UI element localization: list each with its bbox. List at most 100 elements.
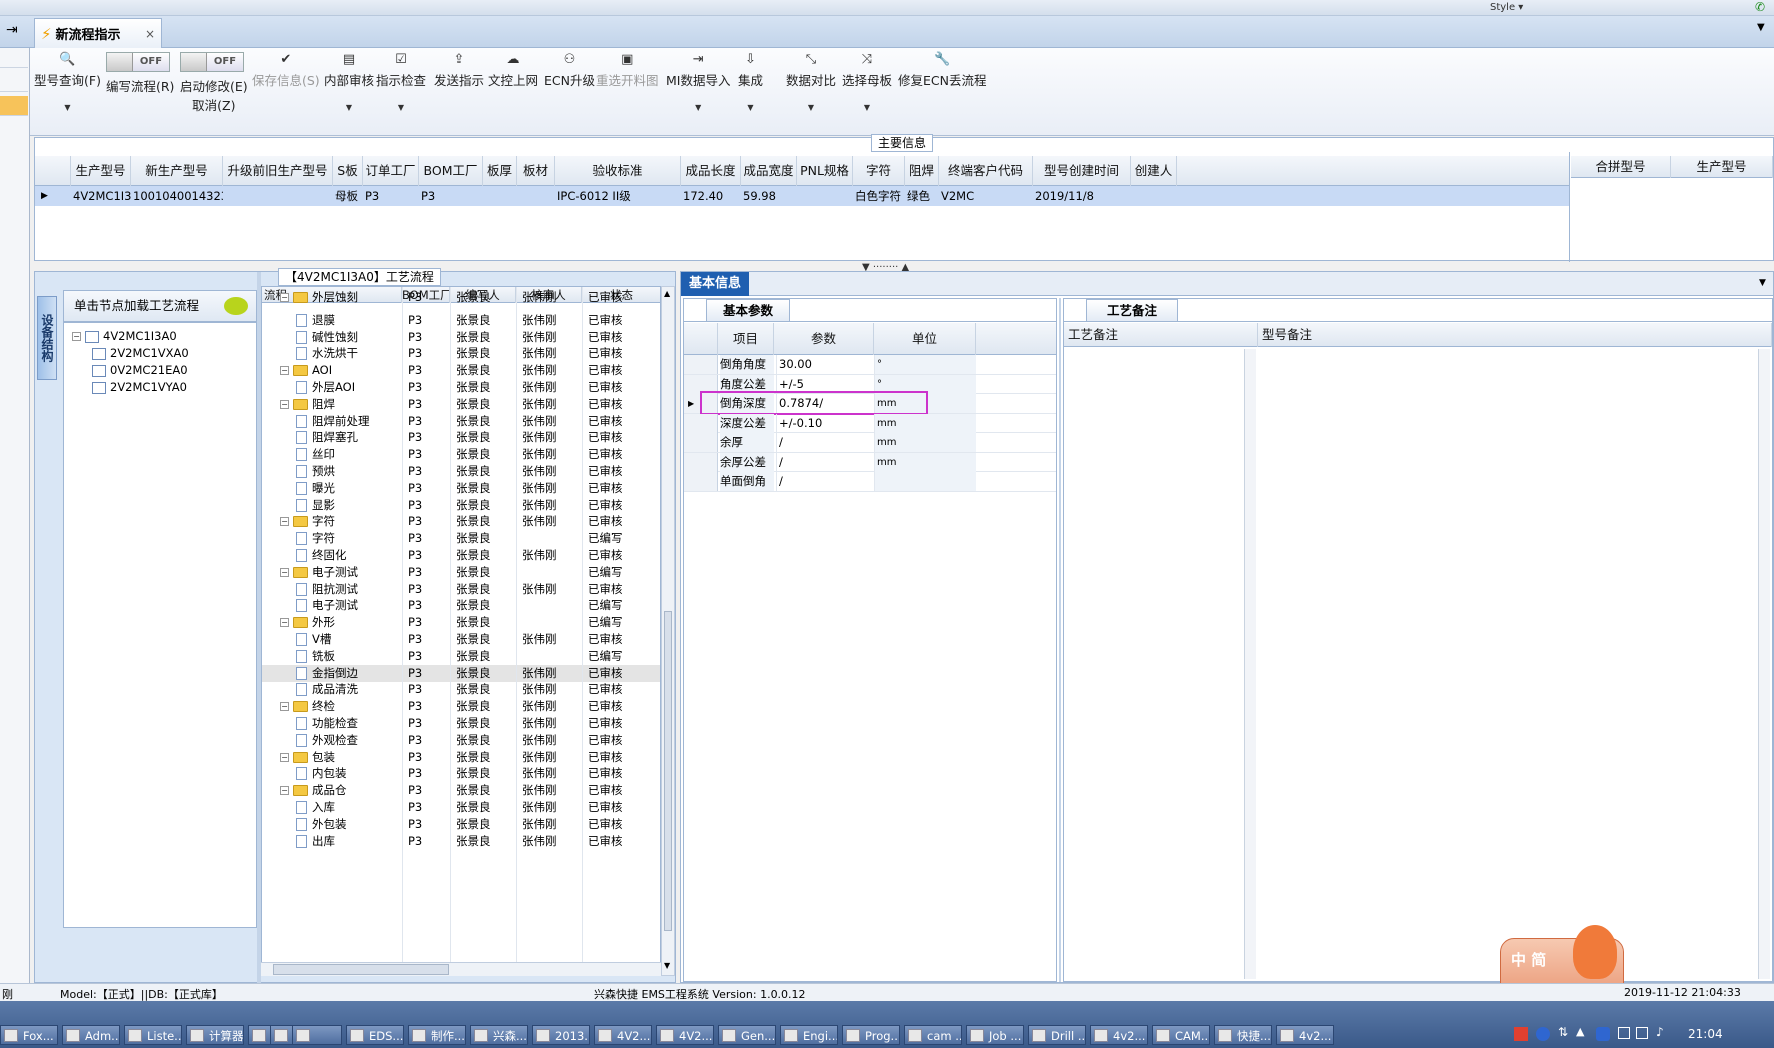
toggle-switch[interactable]: OFF — [180, 52, 244, 72]
flow-step[interactable]: 丝印 — [296, 446, 335, 463]
flow-step[interactable]: − AOI — [280, 362, 332, 379]
col-header[interactable]: 字符 — [853, 156, 905, 186]
flow-row[interactable]: V槽 P3 张景良 张伟刚 已审核 — [262, 631, 660, 648]
row-selector[interactable] — [684, 433, 718, 452]
collapse-icon[interactable]: − — [72, 332, 81, 341]
flow-step[interactable]: 外层AOI — [296, 379, 355, 396]
param-value[interactable]: / — [776, 472, 874, 491]
taskbar-button[interactable]: 4v2... — [1276, 1025, 1334, 1045]
col-header[interactable]: 验收标准 — [555, 156, 681, 186]
flow-step[interactable]: 曝光 — [296, 480, 335, 497]
col-header[interactable]: 终端客户代码 — [939, 156, 1033, 186]
toolbar-btn-5[interactable]: ☑ 指示检查 ▼ — [376, 50, 426, 112]
collapse-icon[interactable]: − — [280, 702, 289, 712]
tab-basic-params[interactable]: 基本参数 — [706, 299, 791, 321]
col-item[interactable]: 项目 — [718, 323, 774, 355]
flow-step[interactable]: 电子测试 — [296, 597, 358, 614]
dropdown-arrow-icon[interactable]: ▼ — [842, 103, 892, 112]
col-process-note[interactable]: 工艺备注 — [1064, 323, 1258, 347]
tab-close-icon[interactable]: × — [145, 27, 155, 41]
style-menu[interactable]: Style ▾ — [1490, 2, 1523, 13]
col-prod-model[interactable]: 生产型号 — [1671, 156, 1773, 178]
collapse-icon[interactable]: − — [280, 366, 289, 376]
flow-row[interactable]: 内包装 P3 张景良 张伟刚 已审核 — [262, 765, 660, 782]
flow-row[interactable]: 丝印 P3 张景良 张伟刚 已审核 — [262, 446, 660, 463]
col-header[interactable]: 订单工厂 — [363, 156, 419, 186]
flow-step[interactable]: 字符 — [296, 530, 335, 547]
cell[interactable] — [223, 186, 333, 206]
dropdown-arrow-icon[interactable]: ▼ — [34, 103, 101, 112]
row-selector[interactable] — [684, 413, 718, 433]
col-header[interactable]: 板厚 — [483, 156, 517, 186]
flow-step[interactable]: 阻抗测试 — [296, 581, 358, 598]
taskbar-button[interactable]: Job ... — [966, 1025, 1024, 1045]
col-header[interactable]: 阻焊 — [905, 156, 939, 186]
clock[interactable]: 21:04 — [1688, 1027, 1723, 1041]
taskbar-button[interactable] — [248, 1025, 272, 1045]
flow-step[interactable]: − 字符 — [280, 513, 335, 530]
login-icon[interactable]: ⇥ — [6, 22, 18, 38]
row-selector[interactable]: ▶ — [684, 394, 718, 413]
flow-row[interactable]: 阻抗测试 P3 张景良 张伟刚 已审核 — [262, 581, 660, 598]
col-header[interactable]: 成品宽度 — [741, 156, 797, 186]
taskbar-button[interactable] — [270, 1025, 294, 1045]
toolbar-btn-6[interactable]: ⇪ 发送指示 — [434, 50, 484, 89]
dropdown-arrow-icon[interactable]: ▼ — [786, 103, 836, 112]
collapse-icon[interactable]: − — [280, 517, 289, 527]
param-value[interactable]: 0.7874/ — [776, 394, 874, 413]
col-header[interactable]: 创建人 — [1131, 156, 1177, 186]
row-selector[interactable] — [684, 355, 718, 374]
col-header[interactable]: BOM工厂 — [419, 156, 483, 186]
toolbar-sublabel[interactable]: 取消(Z) — [180, 95, 248, 114]
col-header[interactable]: 生产型号 — [71, 156, 131, 186]
flow-row[interactable]: 预烘 P3 张景良 张伟刚 已审核 — [262, 463, 660, 480]
flow-row[interactable]: 阻焊塞孔 P3 张景良 张伟刚 已审核 — [262, 429, 660, 446]
flow-row[interactable]: − 阻焊 P3 张景良 张伟刚 已审核 — [262, 396, 660, 413]
security-icon[interactable] — [1596, 1027, 1610, 1041]
cell[interactable]: 172.40 — [681, 186, 741, 206]
collapse-icon[interactable]: − — [280, 399, 289, 409]
toolbar-btn-0[interactable]: 🔍 型号查询(F) ▼ — [34, 50, 101, 112]
flow-row[interactable]: − 终检 P3 张景良 张伟刚 已审核 — [262, 698, 660, 715]
flow-step[interactable]: 终固化 — [296, 547, 347, 564]
collapse-icon[interactable]: − — [280, 567, 289, 577]
param-row[interactable]: 单面倒角 / — [684, 472, 1056, 492]
taskbar-button[interactable]: 兴森... — [470, 1025, 528, 1045]
flow-step[interactable]: − 终检 — [280, 698, 335, 715]
toolbar-btn-13[interactable]: ⤨ 选择母板 ▼ — [842, 50, 892, 112]
flag-icon[interactable] — [1618, 1027, 1630, 1039]
panel-chevron-icon[interactable]: ▼ — [1759, 278, 1766, 288]
flow-row[interactable]: 出库 P3 张景良 张伟刚 已审核 — [262, 833, 660, 850]
row-selector[interactable] — [684, 452, 718, 472]
toggle-switch[interactable]: OFF — [106, 52, 170, 72]
toolbar-btn-11[interactable]: ⇩ 集成 ▼ — [738, 50, 763, 112]
flow-step[interactable]: 成品清洗 — [296, 681, 358, 698]
dropdown-arrow-icon[interactable]: ▼ — [738, 103, 763, 112]
flow-step[interactable]: 功能检查 — [296, 715, 358, 732]
flow-row[interactable]: − 外形 P3 张景良 已编写 — [262, 614, 660, 631]
flow-row[interactable]: 终固化 P3 张景良 张伟刚 已审核 — [262, 547, 660, 564]
flow-step[interactable]: 入库 — [296, 799, 335, 816]
flow-step[interactable]: 金指倒边 — [296, 665, 358, 682]
flow-row[interactable]: 阻焊前处理 P3 张景良 张伟刚 已审核 — [262, 413, 660, 430]
flow-step[interactable]: 显影 — [296, 497, 335, 514]
col-param[interactable]: 参数 — [774, 323, 874, 355]
tree-node[interactable]: 2V2MC1VYA0 — [92, 378, 187, 397]
flow-row[interactable]: − 字符 P3 张景良 张伟刚 已审核 — [262, 513, 660, 530]
param-value[interactable]: +/-5 — [776, 374, 874, 394]
flow-row[interactable]: 外包装 P3 张景良 张伟刚 已审核 — [262, 816, 660, 833]
flow-row[interactable]: 水洗烘干 P3 张景良 张伟刚 已审核 — [262, 345, 660, 362]
cell[interactable] — [797, 186, 853, 206]
taskbar-button[interactable]: 4V2... — [656, 1025, 714, 1045]
cell[interactable]: 绿色 — [905, 186, 939, 206]
cell[interactable] — [1131, 186, 1177, 206]
flow-hscrollbar[interactable] — [261, 962, 661, 976]
flow-step[interactable]: 阻焊塞孔 — [296, 429, 358, 446]
collapse-icon[interactable]: − — [280, 786, 289, 796]
tab-basic-info[interactable]: 基本信息 — [681, 272, 750, 296]
param-row[interactable]: ▶ 倒角深度 0.7874/mm — [684, 391, 1056, 415]
toolbar-btn-12[interactable]: ⤡ 数据对比 ▼ — [786, 50, 836, 112]
flow-row[interactable]: 入库 P3 张景良 张伟刚 已审核 — [262, 799, 660, 816]
taskbar-button[interactable]: CAM... — [1152, 1025, 1210, 1045]
network-icon[interactable]: ⇅ — [1558, 1025, 1568, 1039]
